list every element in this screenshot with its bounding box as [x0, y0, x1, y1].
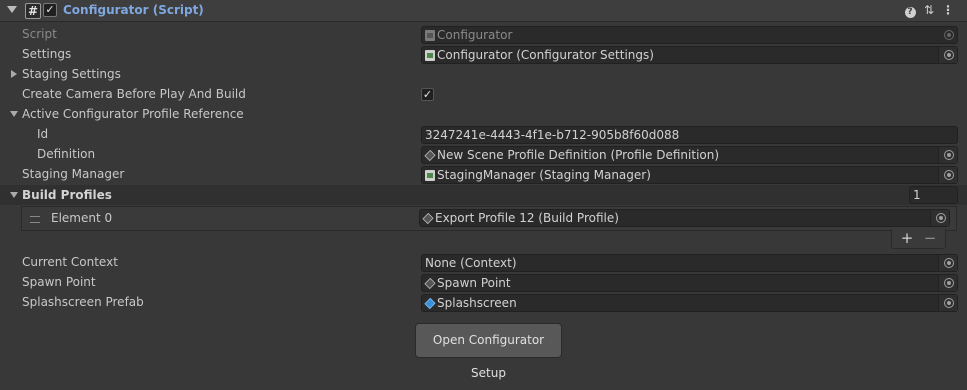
current-context-value: None (Context) [425, 256, 517, 270]
active-profile-ref-foldout[interactable]: Active Configurator Profile Reference [22, 107, 244, 121]
object-picker-icon[interactable] [944, 150, 954, 160]
object-picker-icon [944, 30, 954, 40]
create-camera-label: Create Camera Before Play And Build [22, 87, 246, 101]
create-camera-checkbox[interactable]: ✓ [421, 88, 434, 101]
scriptable-object-icon [422, 212, 434, 225]
script-icon [425, 170, 435, 181]
component-title: Configurator (Script) [63, 3, 204, 17]
element-0-value: Export Profile 12 (Build Profile) [435, 211, 619, 225]
object-picker-icon[interactable] [944, 50, 954, 60]
definition-field[interactable]: New Scene Profile Definition (Profile De… [421, 146, 958, 164]
splashscreen-prefab-field[interactable]: Splashscreen [421, 294, 958, 312]
build-profiles-size: 1 [913, 188, 921, 202]
object-picker-icon[interactable] [944, 258, 954, 268]
help-icon[interactable]: ? [902, 2, 918, 18]
id-label: Id [37, 127, 49, 141]
build-profiles-size-input[interactable]: 1 [909, 186, 958, 204]
definition-label: Definition [37, 147, 96, 161]
spawn-point-value: Spawn Point [437, 276, 511, 290]
build-profiles-header[interactable] [0, 185, 967, 205]
build-profiles-label[interactable]: Build Profiles [22, 188, 112, 202]
scriptable-object-icon [424, 149, 436, 162]
object-picker-icon[interactable] [936, 213, 946, 223]
settings-label: Settings [22, 47, 72, 61]
add-element-button[interactable]: + [897, 229, 917, 248]
collapse-arrow-icon[interactable] [7, 6, 17, 13]
element-0-field[interactable]: Export Profile 12 (Build Profile) [419, 209, 950, 227]
preset-icon[interactable]: ⇅ [921, 2, 937, 18]
spawn-point-label: Spawn Point [22, 275, 96, 289]
definition-value: New Scene Profile Definition (Profile De… [437, 148, 720, 162]
staging-manager-label: Staging Manager [22, 167, 125, 181]
foldout-arrow-icon[interactable] [11, 70, 17, 78]
id-value: 3247241e-4443-4f1e-b712-905b8f60d088 [425, 128, 680, 142]
script-field: Configurator [421, 26, 958, 44]
staging-manager-value: StagingManager (Staging Manager) [437, 168, 651, 182]
splashscreen-prefab-value: Splashscreen [437, 296, 517, 310]
id-input[interactable]: 3247241e-4443-4f1e-b712-905b8f60d088 [421, 126, 958, 144]
splashscreen-prefab-label: Splashscreen Prefab [22, 295, 144, 309]
staging-settings-foldout[interactable]: Staging Settings [22, 67, 121, 81]
object-picker-icon[interactable] [944, 298, 954, 308]
context-menu-icon[interactable]: ⋮ [940, 2, 956, 18]
current-context-field[interactable]: None (Context) [421, 254, 958, 272]
component-header[interactable]: # ✓ Configurator (Script) ? ⇅ ⋮ [0, 0, 967, 22]
settings-field[interactable]: Configurator (Configurator Settings) [421, 46, 958, 64]
list-footer: + − [891, 229, 946, 249]
remove-element-button[interactable]: − [920, 229, 940, 248]
object-picker-icon[interactable] [944, 170, 954, 180]
component-enabled-checkbox[interactable]: ✓ [43, 3, 57, 17]
script-icon: # [25, 3, 41, 19]
script-icon [425, 30, 435, 41]
drag-handle-icon[interactable] [30, 216, 40, 223]
open-configurator-setup-button[interactable]: Open Configurator Setup [415, 323, 562, 380]
script-value: Configurator [437, 28, 513, 42]
foldout-arrow-icon[interactable] [10, 192, 18, 198]
object-picker-icon[interactable] [944, 278, 954, 288]
settings-value: Configurator (Configurator Settings) [437, 48, 654, 62]
current-context-label: Current Context [22, 255, 118, 269]
foldout-arrow-icon[interactable] [10, 111, 18, 117]
staging-manager-field[interactable]: StagingManager (Staging Manager) [421, 166, 958, 184]
script-icon [425, 50, 435, 61]
prefab-icon [424, 297, 436, 310]
gameobject-icon [424, 277, 436, 290]
element-0-label: Element 0 [51, 211, 113, 225]
spawn-point-field[interactable]: Spawn Point [421, 274, 958, 292]
script-label: Script [22, 27, 57, 41]
